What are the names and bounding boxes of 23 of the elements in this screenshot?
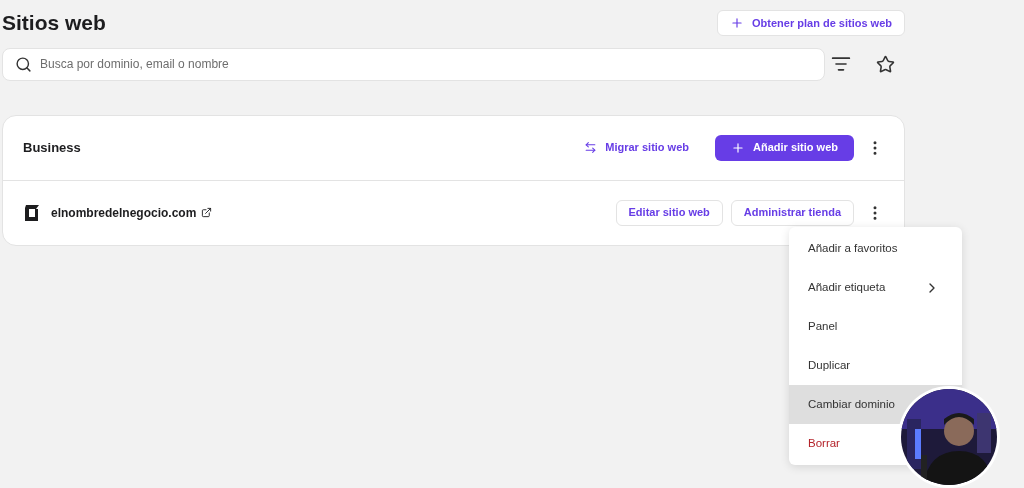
site-action-button[interactable]: Editar sitio web xyxy=(615,199,723,226)
swap-arrows-icon xyxy=(584,141,598,154)
menu-item[interactable]: Duplicar xyxy=(789,346,873,385)
menu-item[interactable]: Añadir etiqueta xyxy=(789,268,962,307)
menu-item[interactable]: Borrar xyxy=(789,424,862,463)
search-icon xyxy=(15,55,32,73)
get-plan-button[interactable]: Obtener plan de sitios web xyxy=(717,9,905,36)
add-website-button[interactable]: Añadir sitio web xyxy=(715,134,854,161)
site-domain[interactable]: elnombredelnegocio.com xyxy=(51,203,197,222)
site-action-button[interactable]: Administrar tienda xyxy=(730,199,854,226)
site-logo-icon xyxy=(23,203,41,222)
menu-item[interactable]: Panel xyxy=(789,307,860,346)
search-field[interactable]: Busca por dominio, email o nombre xyxy=(2,47,825,81)
favorites-icon[interactable] xyxy=(876,54,895,74)
group-name: Business xyxy=(23,138,82,157)
plus-icon xyxy=(730,15,744,30)
plus-icon xyxy=(731,140,746,155)
migrate-website-link[interactable]: Migrar sitio web xyxy=(584,139,690,156)
menu-item[interactable]: Añadir a favoritos xyxy=(789,229,920,268)
filter-icon[interactable] xyxy=(831,54,851,74)
search-input[interactable]: Busca por dominio, email o nombre xyxy=(40,55,812,73)
external-link-icon[interactable] xyxy=(201,207,213,218)
page-title: Sitios web xyxy=(2,10,106,36)
